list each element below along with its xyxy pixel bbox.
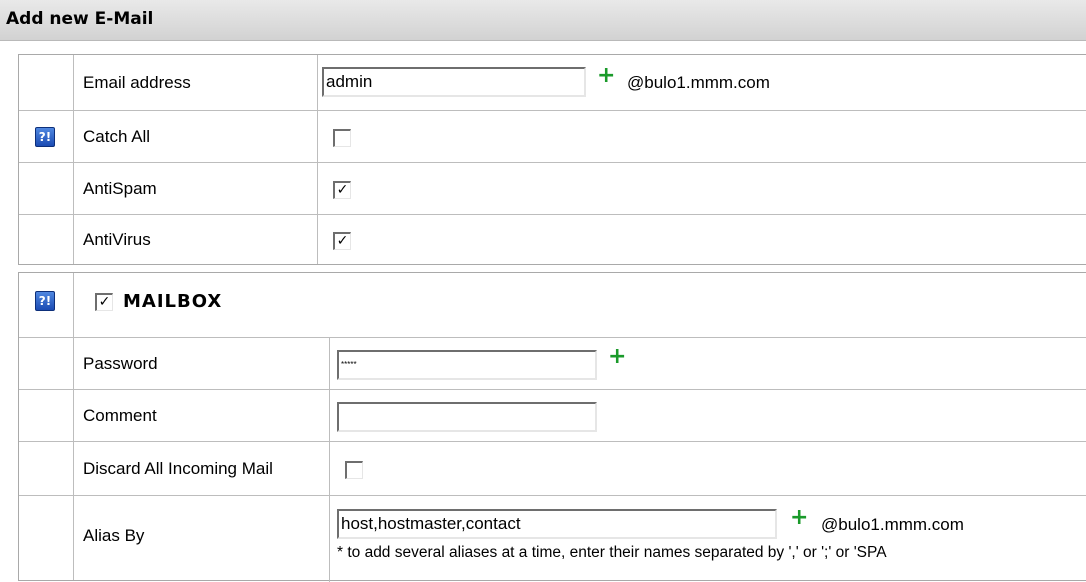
alias-domain-suffix: @bulo1.mmm.com — [821, 515, 964, 534]
antivirus-label: AntiVirus — [83, 230, 151, 249]
help-icon[interactable]: ?! — [35, 127, 55, 147]
alias-input[interactable]: host,hostmaster,contact — [337, 509, 777, 539]
discard-label: Discard All Incoming Mail — [83, 459, 273, 478]
add-alias-plus-icon[interactable]: + — [790, 507, 808, 529]
mailbox-header-row: ?! ✓ MAILBOX — [19, 273, 1086, 338]
comment-input[interactable] — [337, 402, 597, 432]
alias-row: Alias By host,hostmaster,contact + @bulo… — [19, 496, 1086, 582]
mailbox-enable-checkbox[interactable]: ✓ — [95, 293, 113, 311]
password-input[interactable]: ***** — [337, 350, 597, 380]
discard-checkbox[interactable] — [345, 461, 363, 479]
comment-label: Comment — [83, 406, 157, 425]
help-icon[interactable]: ?! — [35, 291, 55, 311]
form-title: Add new E-Mail — [6, 9, 154, 29]
general-settings-panel: Email address admin + @bulo1.mmm.com ?! … — [18, 54, 1086, 265]
alias-hint-text: * to add several aliases at a time, ente… — [337, 544, 887, 561]
catch-all-row: ?! Catch All — [19, 111, 1086, 163]
email-address-row: Email address admin + @bulo1.mmm.com — [19, 55, 1086, 111]
column-divider — [329, 496, 330, 582]
antispam-label: AntiSpam — [83, 179, 157, 198]
mailbox-title: MAILBOX — [123, 291, 223, 312]
antispam-row: AntiSpam ✓ — [19, 163, 1086, 215]
catch-all-label: Catch All — [83, 127, 151, 146]
add-email-plus-icon[interactable]: + — [597, 65, 615, 87]
alias-label: Alias By — [83, 526, 145, 545]
mailbox-panel: ?! ✓ MAILBOX Password ***** + Comment Di… — [18, 272, 1086, 582]
antivirus-checkbox[interactable]: ✓ — [333, 232, 351, 250]
antivirus-row: AntiVirus ✓ — [19, 215, 1086, 266]
antispam-checkbox[interactable]: ✓ — [333, 181, 351, 199]
column-divider — [329, 338, 330, 389]
comment-row: Comment — [19, 390, 1086, 442]
email-address-label: Email address — [83, 73, 191, 92]
generate-password-plus-icon[interactable]: + — [608, 346, 626, 368]
discard-row: Discard All Incoming Mail — [19, 442, 1086, 496]
email-domain-suffix: @bulo1.mmm.com — [627, 73, 770, 92]
column-divider — [329, 390, 330, 441]
column-divider — [329, 442, 330, 495]
catch-all-checkbox[interactable] — [333, 129, 351, 147]
email-address-input[interactable]: admin — [322, 67, 586, 97]
password-label: Password — [83, 354, 158, 373]
password-row: Password ***** + — [19, 338, 1086, 390]
form-header: Add new E-Mail — [0, 0, 1086, 41]
